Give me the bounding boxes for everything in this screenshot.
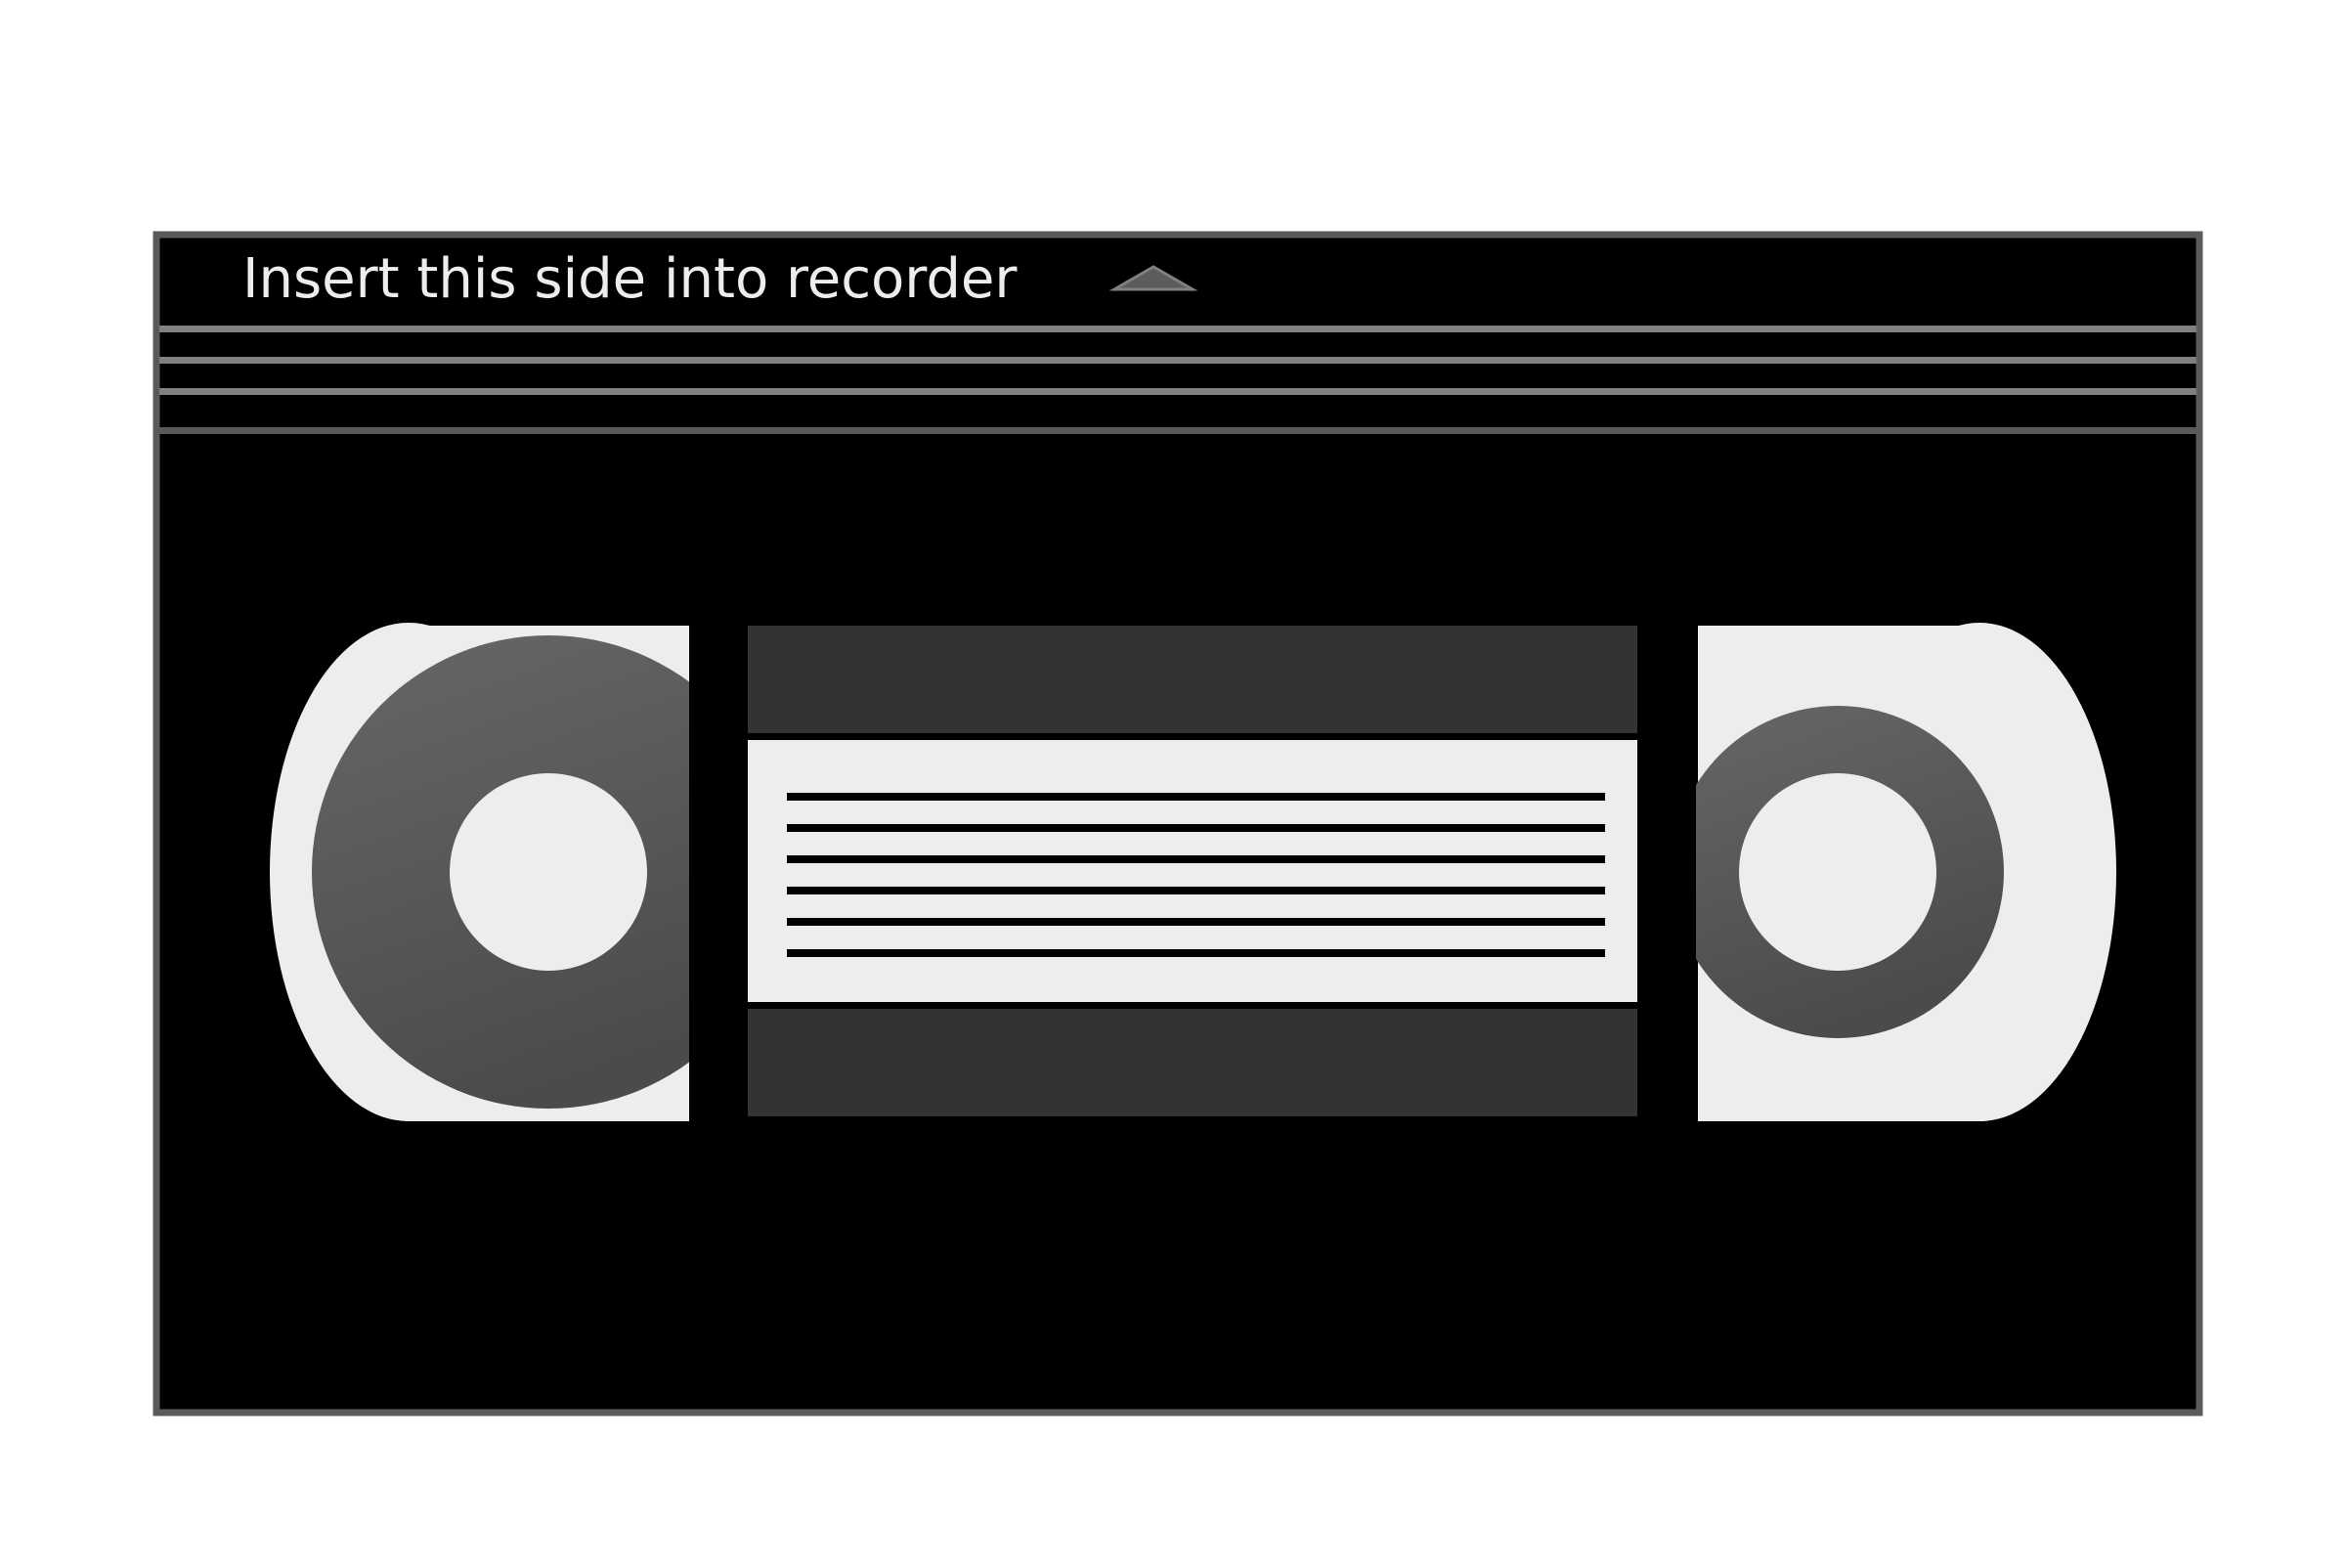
ridge-line: [159, 357, 2196, 364]
window-bottom-strip: [748, 1009, 1637, 1116]
label-line: [787, 824, 1605, 832]
label-line: [787, 793, 1605, 801]
label-panel: [748, 740, 1637, 1002]
left-reel-hub: [450, 773, 647, 971]
ridge-line: [159, 326, 2196, 332]
ridge-line: [159, 427, 2196, 434]
label-line: [787, 855, 1605, 863]
insert-label: Insert this side into recorder: [242, 247, 1018, 311]
cassette-svg: Insert this side into recorder: [152, 231, 2203, 1416]
right-reel-window: [1696, 623, 2116, 1121]
center-window: [748, 626, 1637, 1116]
window-top-strip: [748, 626, 1637, 733]
label-line: [787, 918, 1605, 926]
right-reel-hub: [1739, 773, 1936, 971]
ridge-line: [159, 388, 2196, 395]
label-line: [787, 949, 1605, 957]
vhs-cassette-illustration: Insert this side into recorder: [0, 0, 2346, 1564]
label-line: [787, 887, 1605, 894]
